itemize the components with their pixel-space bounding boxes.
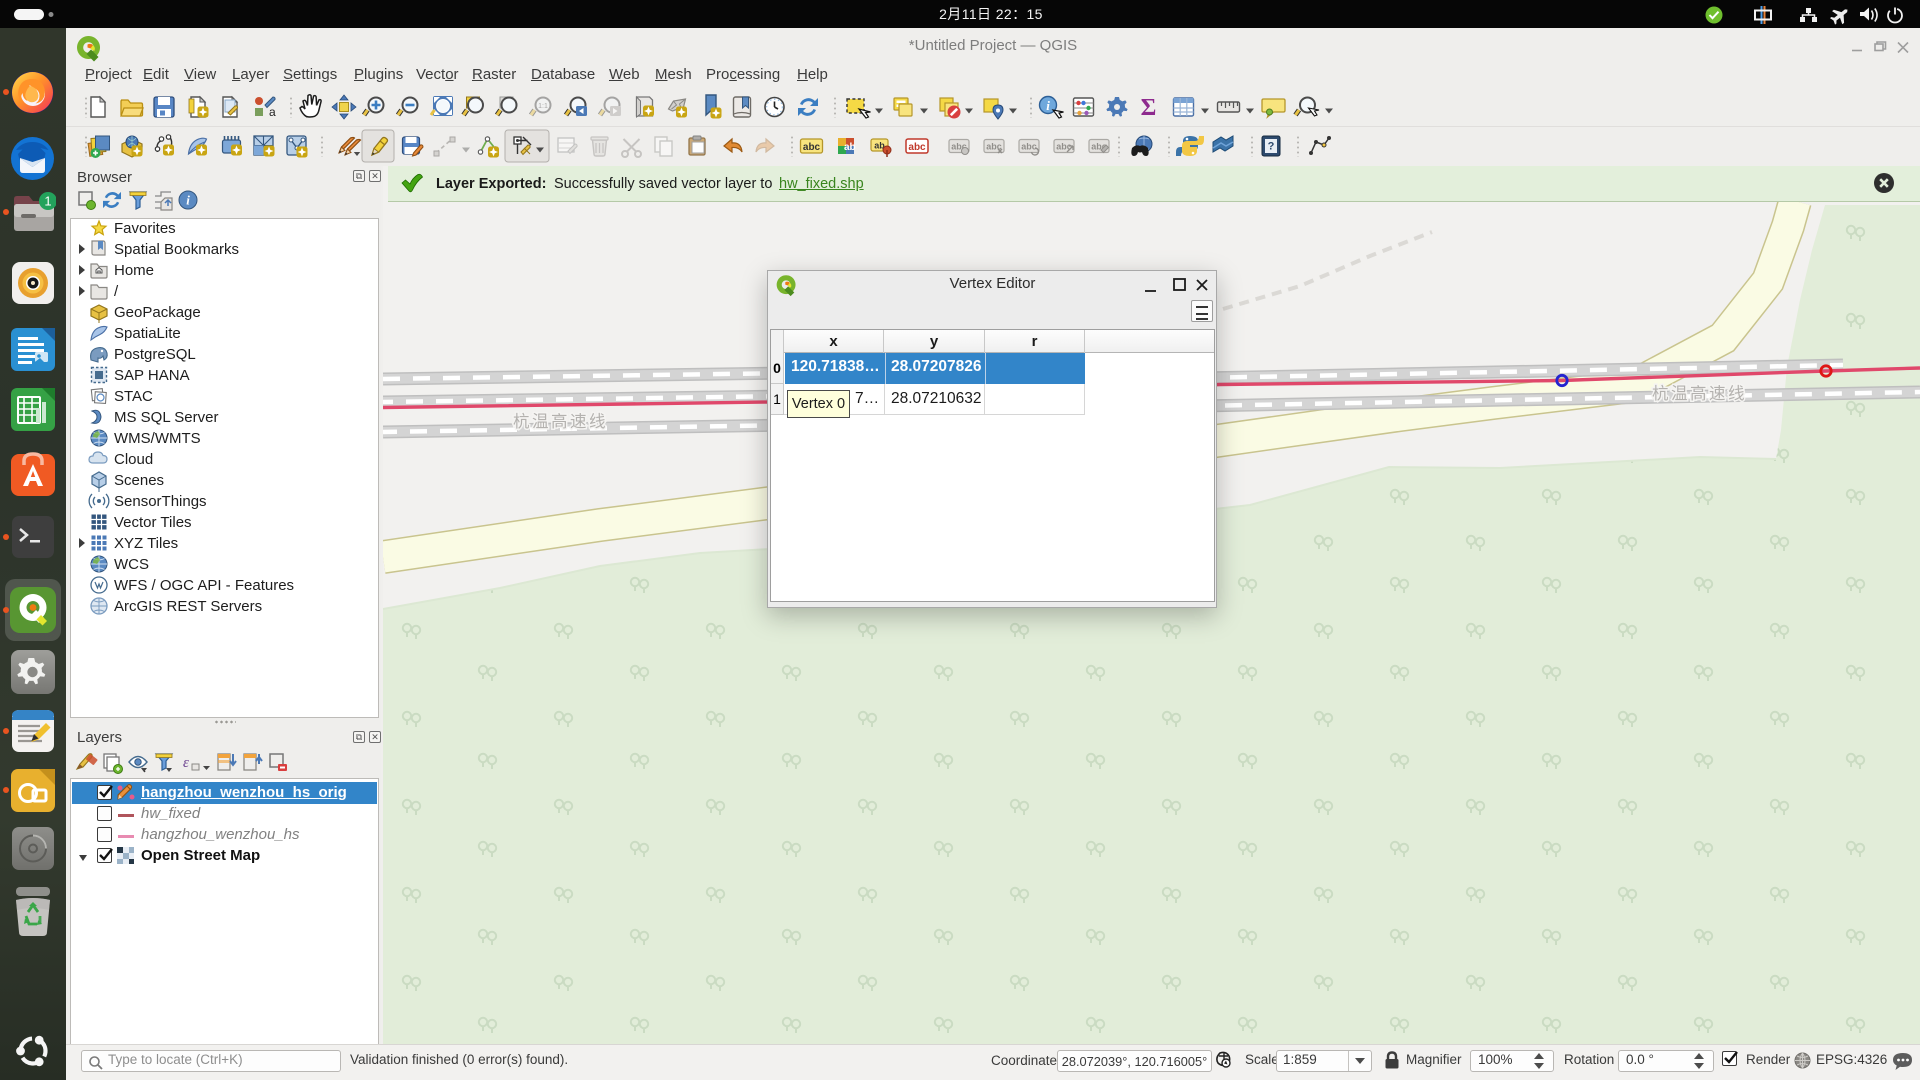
svg-text:i: i	[186, 193, 190, 208]
svg-text:/: /	[114, 283, 119, 300]
svg-text:PostgreSQL: PostgreSQL	[114, 346, 196, 363]
svg-text:Home: Home	[114, 262, 154, 279]
svg-text:WCS: WCS	[114, 556, 149, 573]
svg-text:Cloud: Cloud	[114, 451, 153, 468]
svg-text:ε: ε	[183, 755, 189, 771]
svg-text:Vector Tiles: Vector Tiles	[114, 514, 192, 531]
svg-text:WMS/WMTS: WMS/WMTS	[114, 430, 201, 447]
svg-text:Scenes: Scenes	[114, 472, 164, 489]
svg-text:?: ?	[1268, 141, 1275, 153]
svg-text:SensorThings: SensorThings	[114, 493, 207, 510]
svg-text:WFS / OGC API - Features: WFS / OGC API - Features	[114, 577, 294, 594]
svg-text:ab: ab	[844, 142, 856, 153]
svg-text:STAC: STAC	[114, 388, 153, 405]
svg-text:SAP HANA: SAP HANA	[114, 367, 190, 384]
svg-text:1:1: 1:1	[538, 103, 548, 110]
svg-text:Favorites: Favorites	[114, 220, 176, 237]
svg-text:GeoPackage: GeoPackage	[114, 304, 201, 321]
svg-text:MS SQL Server: MS SQL Server	[114, 409, 218, 426]
svg-text:杭温高速线: 杭温高速线	[513, 412, 608, 431]
svg-text:ArcGIS REST Servers: ArcGIS REST Servers	[114, 598, 262, 615]
svg-text:杭温高速线: 杭温高速线	[1652, 384, 1747, 403]
svg-text:1: 1	[44, 194, 51, 209]
svg-text:SpatiaLite: SpatiaLite	[114, 325, 181, 342]
svg-text:XYZ Tiles: XYZ Tiles	[114, 535, 178, 552]
svg-text:Spatial Bookmarks: Spatial Bookmarks	[114, 241, 239, 258]
svg-text:a: a	[269, 105, 276, 119]
